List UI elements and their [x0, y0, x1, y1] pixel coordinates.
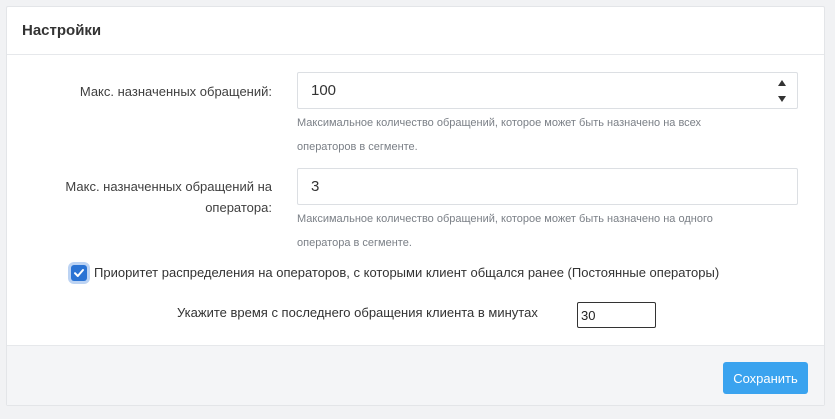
max-per-operator-label-line1: Макс. назначенных обращений на [65, 179, 272, 194]
save-button[interactable]: Сохранить [723, 362, 808, 394]
max-assigned-help-line2: операторов в сегменте. [297, 141, 418, 153]
max-per-operator-value: 3 [311, 178, 320, 195]
max-assigned-label-text: Макс. назначенных обращений: [79, 84, 272, 99]
max-assigned-input[interactable]: 100 [297, 72, 798, 109]
max-per-operator-label: Макс. назначенных обращений на оператора… [12, 176, 272, 218]
max-assigned-value: 100 [311, 82, 337, 99]
panel-title: Настройки [22, 22, 102, 39]
minutes-value: 30 [581, 307, 596, 323]
panel-header: Настройки [7, 7, 824, 55]
settings-panel: Настройки Макс. назначенных обращений: 1… [6, 6, 825, 406]
max-per-operator-label-line2: оператора: [205, 200, 272, 215]
panel-footer: Сохранить [7, 345, 824, 405]
checkmark-icon [74, 269, 84, 277]
stepper-up-icon[interactable] [778, 80, 786, 86]
max-per-operator-help-line1: Максимальное количество обращений, котор… [297, 213, 713, 225]
max-per-operator-input[interactable]: 3 [297, 168, 798, 205]
max-assigned-help-line1: Максимальное количество обращений, котор… [297, 117, 702, 129]
max-assigned-label: Макс. назначенных обращений: [12, 81, 272, 102]
stepper-down-icon[interactable] [778, 96, 786, 102]
max-per-operator-help-line2: оператора в сегменте. [297, 237, 412, 249]
priority-checkbox-label[interactable]: Приоритет распределения на операторов, с… [94, 264, 719, 282]
minutes-input[interactable]: 30 [577, 302, 656, 328]
max-assigned-help: Максимальное количество обращений, котор… [297, 111, 797, 159]
max-per-operator-help: Максимальное количество обращений, котор… [297, 207, 797, 255]
number-stepper[interactable] [777, 80, 787, 102]
priority-checkbox[interactable] [71, 265, 87, 281]
minutes-label: Укажите время с последнего обращения кли… [177, 305, 538, 320]
